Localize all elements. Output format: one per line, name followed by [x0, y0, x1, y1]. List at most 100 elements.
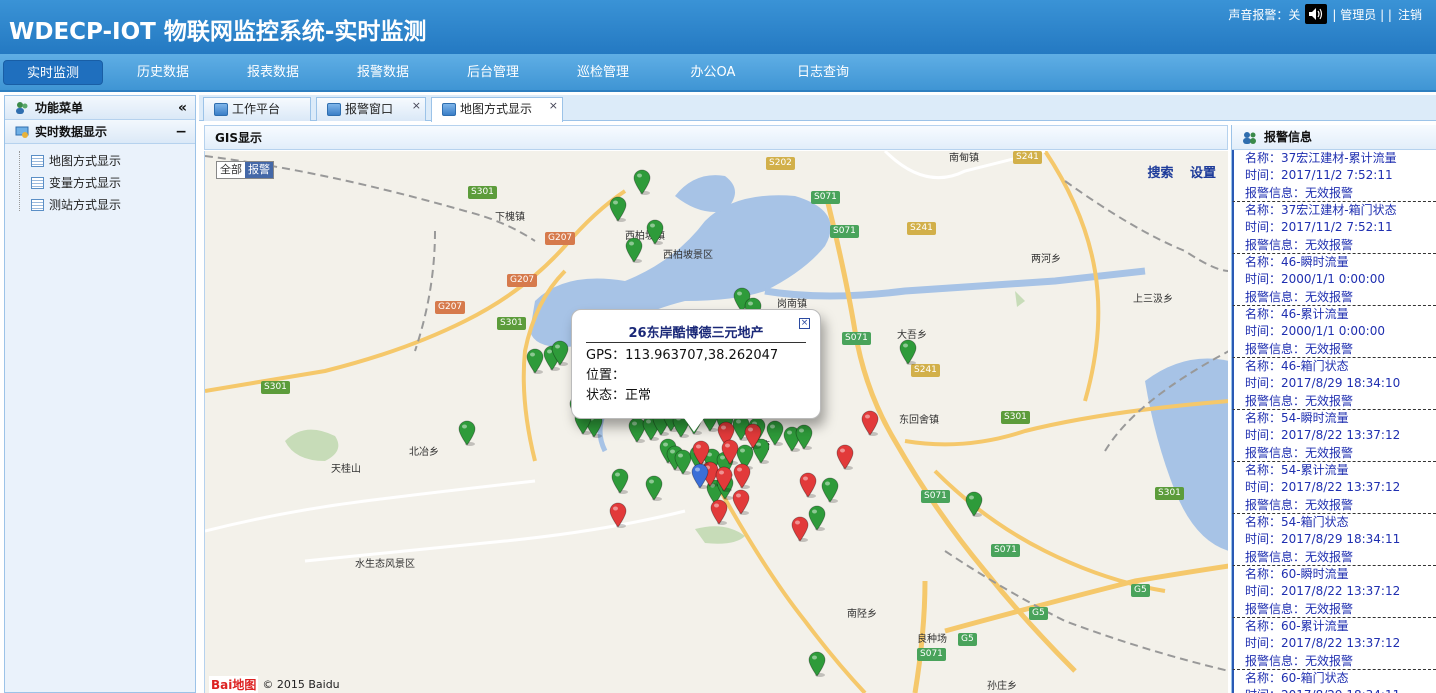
red-marker-icon[interactable] [744, 423, 762, 449]
road-shield: G207 [435, 301, 466, 314]
popup-status: 状态：正常 [586, 388, 652, 403]
nav-report[interactable]: 报表数据 [228, 60, 318, 85]
map-label: 两河乡 [1031, 254, 1061, 265]
red-marker-icon[interactable] [715, 466, 733, 492]
red-marker-icon[interactable] [710, 499, 728, 525]
maptype-alarm-button[interactable]: 报警 [245, 162, 273, 178]
sidebar-item-label: 变量方式显示 [49, 176, 122, 190]
map-label: 水生态风景区 [355, 559, 415, 570]
logout-link[interactable]: 注销 [1398, 6, 1422, 23]
close-icon[interactable]: × [412, 95, 421, 117]
close-icon[interactable]: × [549, 95, 558, 117]
alarm-item[interactable]: 名称：46-累计流量 时间：2000/1/1 0:00:00 报警信息：无效报警 [1232, 306, 1436, 358]
red-marker-icon[interactable] [791, 516, 809, 542]
alarm-item[interactable]: 名称：60-箱门状态时间：2017/8/29 18:34:11报警信息：无效报警 [1232, 670, 1436, 693]
alarm-item[interactable]: 名称：54-箱门状态 时间：2017/8/29 18:34:11 报警信息：无效报警 [1232, 514, 1436, 566]
nav-backend[interactable]: 后台管理 [448, 60, 538, 85]
green-marker-icon[interactable] [965, 491, 983, 517]
map-label: 下槐镇 [495, 212, 525, 223]
road-shield: S071 [830, 225, 859, 238]
nav-log[interactable]: 日志查询 [778, 60, 868, 85]
red-marker-icon[interactable] [799, 472, 817, 498]
red-marker-icon[interactable] [721, 439, 739, 465]
sidebar: 功能菜单 « 实时数据显示 − 地图方式显示 变量方式显示 测站方式显示 [4, 95, 196, 693]
alarm-name: 名称：60-瞬时流量 [1245, 567, 1349, 581]
red-marker-icon[interactable] [609, 502, 627, 528]
app-title: WDECP-IOT 物联网监控系统-实时监测 [9, 19, 427, 45]
alarm-item[interactable]: 名称：37宏江建材-累计流量 时间：2017/11/2 7:52:11 报警信息：无… [1232, 150, 1436, 202]
alarm-time: 时间：2017/8/22 13:37:12 [1245, 584, 1401, 599]
green-marker-icon[interactable] [551, 340, 569, 366]
green-marker-icon[interactable] [899, 339, 917, 365]
speaker-icon[interactable] [1305, 4, 1328, 24]
popup-close-button[interactable]: × [799, 318, 810, 329]
red-marker-icon[interactable] [732, 489, 750, 515]
tab-label: 工作平台 [232, 102, 281, 116]
grid-icon [31, 155, 44, 167]
red-marker-icon[interactable] [733, 463, 751, 489]
map-search-button[interactable]: 搜索 [1147, 166, 1173, 181]
maptype-all-button[interactable]: 全部 [217, 162, 245, 178]
green-marker-icon[interactable] [458, 420, 476, 446]
map-type-switch: 全部 报警 [216, 161, 274, 179]
map-settings-button[interactable]: 设置 [1190, 166, 1216, 181]
tab-bar: 工作平台 报警窗口 × 地图方式显示 × [199, 95, 1436, 122]
blue-marker-icon[interactable] [691, 463, 709, 489]
alarm-item[interactable]: 名称：54-累计流量 时间：2017/8/22 13:37:12 报警信息：无效报警 [1232, 462, 1436, 514]
road-shield: S202 [766, 157, 795, 170]
alarm-item[interactable]: 名称：37宏江建材-箱门状态 时间：2017/11/2 7:52:11 报警信息：无… [1232, 202, 1436, 254]
alarm-item[interactable]: 名称：46-瞬时流量 时间：2000/1/1 0:00:00 报警信息：无效报警 [1232, 254, 1436, 306]
nav-alarm-data[interactable]: 报警数据 [338, 60, 428, 85]
red-marker-icon[interactable] [861, 410, 879, 436]
green-marker-icon[interactable] [645, 475, 663, 501]
alarm-name: 名称：54-累计流量 [1245, 463, 1349, 477]
nav-history[interactable]: 历史数据 [118, 60, 208, 85]
green-marker-icon[interactable] [625, 237, 643, 263]
green-marker-icon[interactable] [821, 477, 839, 503]
green-marker-icon[interactable] [795, 424, 813, 450]
map-label: 上三汲乡 [1133, 294, 1173, 305]
map-label: 天桂山 [331, 464, 361, 475]
nav-office-oa[interactable]: 办公OA [668, 60, 758, 85]
alarm-time: 时间：2000/1/1 0:00:00 [1245, 272, 1385, 287]
green-marker-icon[interactable] [646, 219, 664, 245]
green-marker-icon[interactable] [808, 651, 826, 677]
green-marker-icon[interactable] [633, 169, 651, 195]
map-label: 西柏坡景区 [663, 250, 713, 261]
road-shield: S241 [907, 222, 936, 235]
map-label: 良种场 [917, 634, 947, 645]
sidebar-group-realtime[interactable]: 实时数据显示 − [5, 120, 195, 144]
sidebar-item-label: 测站方式显示 [49, 198, 122, 212]
baidu-logo[interactable]: Bai地图 [209, 676, 259, 693]
map-canvas[interactable]: 全部 报警 搜索 设置 南甸镇 下槐镇 西柏坡镇 西柏坡景区 两河乡 上三汲乡 … [204, 151, 1228, 693]
green-marker-icon[interactable] [611, 468, 629, 494]
green-marker-icon[interactable] [808, 505, 826, 531]
alarm-name: 名称：37宏江建材-累计流量 [1245, 151, 1397, 165]
monitor-icon [15, 126, 29, 138]
road-shield: G207 [545, 232, 576, 245]
tab-alarm-window[interactable]: 报警窗口 × [316, 97, 426, 121]
sidebar-item-map-view[interactable]: 地图方式显示 [5, 150, 195, 172]
user-label[interactable]: | 管理员 | | [1332, 6, 1392, 23]
alarm-item[interactable]: 名称：46-箱门状态 时间：2017/8/29 18:34:10 报警信息：无效报警 [1232, 358, 1436, 410]
tab-map-view[interactable]: 地图方式显示 × [431, 97, 563, 122]
green-marker-icon[interactable] [526, 348, 544, 374]
alarm-name: 名称：60-累计流量 [1245, 619, 1349, 633]
alarm-item[interactable]: 名称：54-瞬时流量 时间：2017/8/22 13:37:12 报警信息：无效报警 [1232, 410, 1436, 462]
sidebar-collapse-button[interactable]: « [178, 96, 187, 120]
alarm-time: 时间：2017/11/2 7:52:11 [1245, 220, 1393, 235]
group-toggle-button[interactable]: − [175, 120, 187, 144]
alarm-time: 时间：2017/8/29 18:34:11 [1245, 687, 1436, 693]
sidebar-item-variable-view[interactable]: 变量方式显示 [5, 172, 195, 194]
alarm-item[interactable]: 名称：60-累计流量 时间：2017/8/22 13:37:12 报警信息：无效报警 [1232, 618, 1436, 670]
app-header: WDECP-IOT 物联网监控系统-实时监测 声音报警：关 | 管理员 | | … [0, 0, 1436, 54]
sidebar-item-station-view[interactable]: 测站方式显示 [5, 194, 195, 216]
grid-icon [31, 199, 44, 211]
green-marker-icon[interactable] [609, 196, 627, 222]
nav-inspection[interactable]: 巡检管理 [558, 60, 648, 85]
alarm-item[interactable]: 名称：60-瞬时流量 时间：2017/8/22 13:37:12 报警信息：无效报警 [1232, 566, 1436, 618]
red-marker-icon[interactable] [836, 444, 854, 470]
tab-workbench[interactable]: 工作平台 [203, 97, 311, 121]
alarm-time: 时间：2017/8/22 13:37:12 [1245, 636, 1401, 651]
nav-realtime[interactable]: 实时监测 [3, 60, 103, 85]
